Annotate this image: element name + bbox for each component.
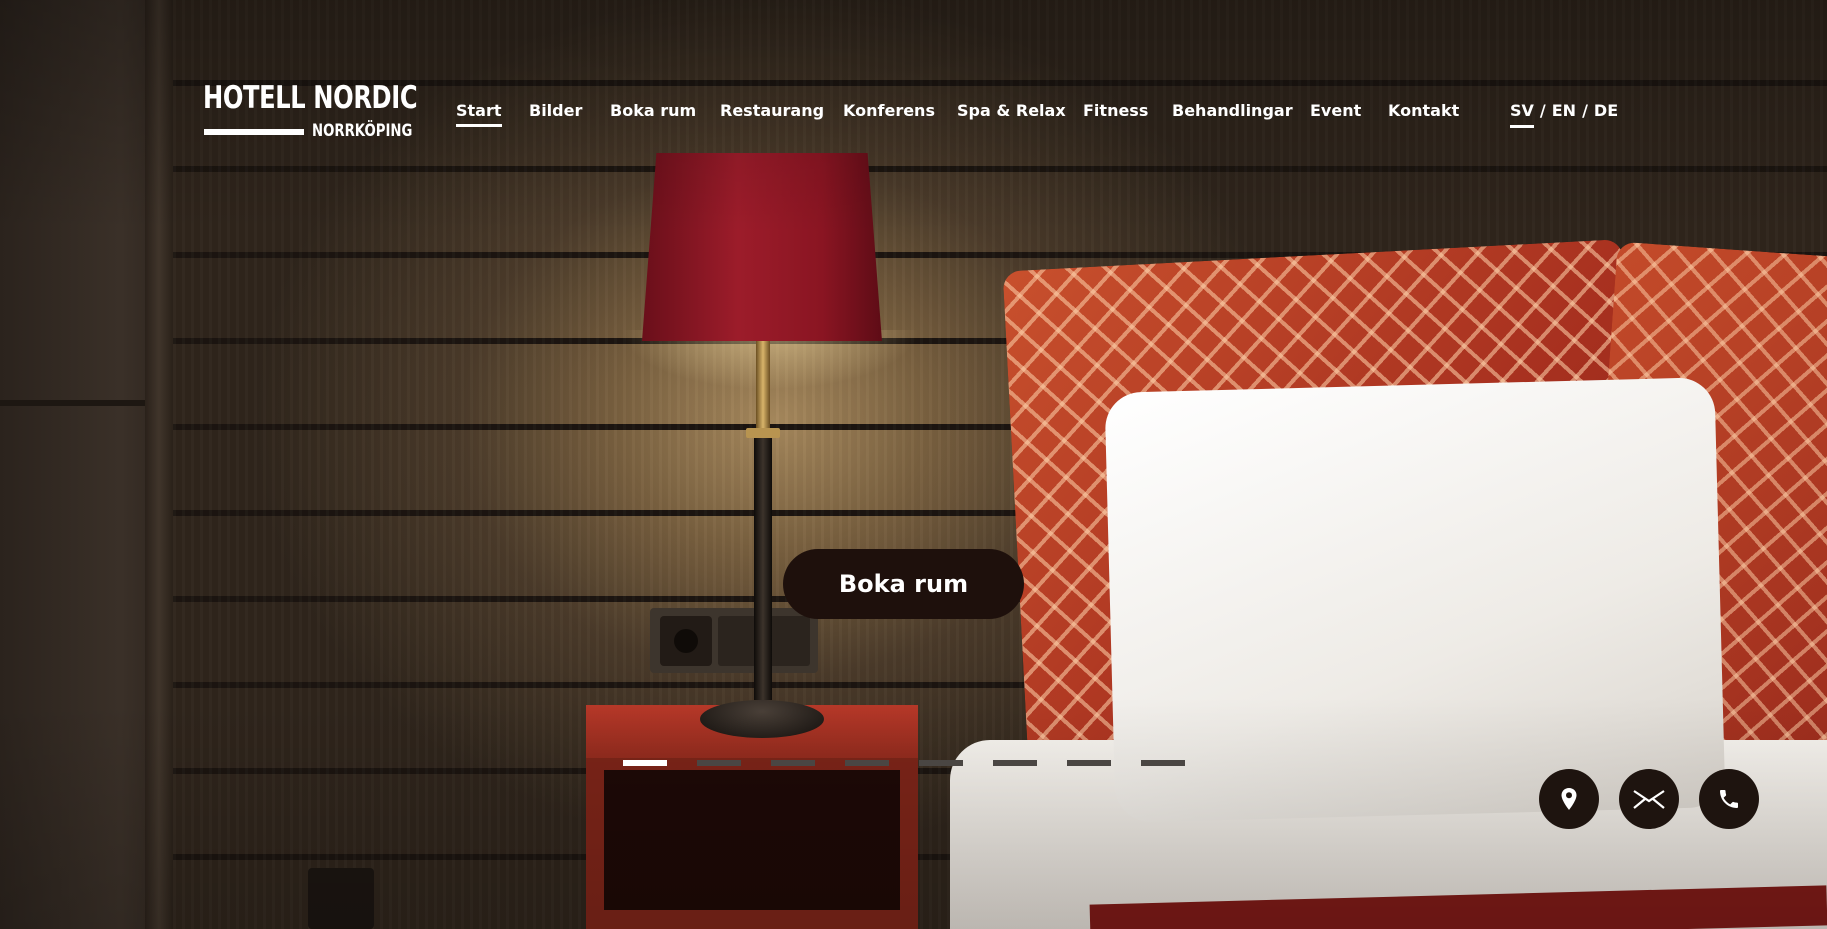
envelope-icon (1633, 790, 1665, 809)
lang-separator: / (1539, 101, 1546, 120)
slide-indicator[interactable] (919, 760, 963, 766)
logo-title: HOTELL NORDIC (203, 80, 418, 116)
nav-item-behandlingar[interactable]: Behandlingar (1172, 100, 1293, 122)
location-pin-icon (1561, 788, 1577, 810)
slide-indicator[interactable] (1067, 760, 1111, 766)
logo-underline (204, 129, 304, 135)
slide-indicator[interactable] (1141, 760, 1185, 766)
location-button[interactable] (1539, 769, 1599, 829)
slide-indicator[interactable] (993, 760, 1037, 766)
lang-en[interactable]: EN (1552, 101, 1576, 120)
phone-icon (1720, 790, 1738, 808)
nav-item-restaurang[interactable]: Restaurang (720, 100, 824, 122)
logo-subtitle: NORRKÖPING (312, 121, 413, 141)
nav-item-bilder[interactable]: Bilder (529, 100, 582, 122)
nav-item-boka-rum[interactable]: Boka rum (610, 100, 696, 122)
lang-sv[interactable]: SV (1510, 101, 1534, 120)
slide-indicator[interactable] (771, 760, 815, 766)
slider-pagination (623, 760, 1185, 766)
phone-button[interactable] (1699, 769, 1759, 829)
nav-item-kontakt[interactable]: Kontakt (1388, 100, 1459, 122)
nav-item-fitness[interactable]: Fitness (1083, 100, 1148, 122)
email-button[interactable] (1619, 769, 1679, 829)
nav-item-start[interactable]: Start (456, 100, 502, 127)
lang-de[interactable]: DE (1594, 101, 1618, 120)
site-logo[interactable]: HOTELL NORDIC NORRKÖPING (203, 80, 418, 141)
slide-indicator[interactable] (623, 760, 667, 766)
nav-item-event[interactable]: Event (1310, 100, 1361, 122)
language-switcher: SV / EN / DE (1510, 100, 1618, 122)
lang-separator: / (1582, 101, 1588, 120)
nav-item-konferens[interactable]: Konferens (843, 100, 935, 122)
book-room-button[interactable]: Boka rum (783, 549, 1024, 619)
slide-indicator[interactable] (697, 760, 741, 766)
slide-indicator[interactable] (845, 760, 889, 766)
nav-item-spa-relax[interactable]: Spa & Relax (957, 100, 1066, 122)
